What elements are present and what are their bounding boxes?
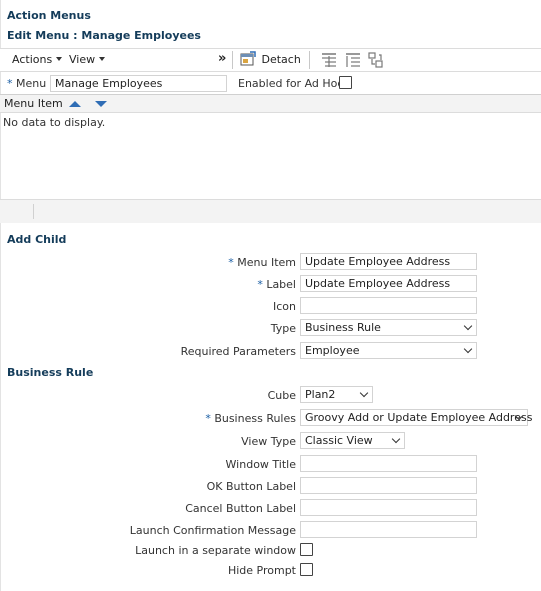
window-title-label: Window Title	[225, 458, 296, 471]
wrap-icon[interactable]	[344, 52, 362, 68]
toolbar-divider	[309, 51, 310, 69]
adhoc-checkbox[interactable]	[339, 76, 352, 89]
ok-button-label-label: OK Button Label	[206, 480, 296, 493]
cube-select[interactable]: Plan2	[300, 386, 373, 403]
menu-label: * Menu	[7, 77, 47, 90]
business-rules-select[interactable]: Groovy Add or Update Employee Address	[300, 409, 532, 426]
menu-item-input[interactable]: Update Employee Address	[300, 253, 477, 270]
icon-field-label: Icon	[273, 300, 296, 313]
type-select[interactable]: Business Rule	[300, 319, 477, 336]
sort-ascending-icon[interactable]	[69, 101, 81, 107]
menu-name-input[interactable]: Manage Employees	[50, 75, 227, 92]
empty-table-message: No data to display.	[3, 116, 106, 129]
menu-row: * Menu Manage Employees Enabled for Ad H…	[0, 72, 541, 94]
detach-icon	[240, 51, 256, 66]
hide-prompt-checkbox[interactable]	[300, 563, 313, 576]
required-parameters-select[interactable]: Employee	[300, 342, 477, 359]
separate-window-checkbox[interactable]	[300, 543, 313, 556]
reorder-icon[interactable]	[367, 52, 385, 68]
table-header: Menu Item	[0, 95, 541, 113]
chevron-down-icon	[391, 434, 401, 444]
chevron-down-icon	[99, 57, 106, 61]
launch-confirmation-input[interactable]	[300, 521, 477, 538]
cancel-button-label-label: Cancel Button Label	[185, 502, 296, 515]
cube-label: Cube	[267, 389, 296, 402]
required-parameters-label: Required Parameters	[180, 345, 296, 358]
footer-divider	[33, 204, 34, 219]
cancel-button-label-input[interactable]	[300, 499, 477, 516]
sort-descending-icon[interactable]	[95, 101, 107, 107]
business-rules-label: * Business Rules	[205, 412, 296, 425]
add-child-heading: Add Child	[7, 233, 67, 246]
page-subtitle: Edit Menu : Manage Employees	[7, 29, 201, 42]
chevron-down-icon	[56, 57, 63, 61]
view-menu-button[interactable]: View	[69, 53, 106, 66]
view-type-label: View Type	[241, 435, 296, 448]
label-input[interactable]: Update Employee Address	[300, 275, 477, 292]
table-footer	[0, 199, 541, 223]
adhoc-label: Enabled for Ad Hoc	[238, 77, 344, 90]
hide-prompt-label: Hide Prompt	[227, 564, 296, 577]
icon-input[interactable]	[300, 297, 477, 314]
overflow-button[interactable]: »	[218, 51, 226, 66]
freeze-icon[interactable]	[320, 52, 338, 68]
toolbar: Actions View » Detach	[0, 48, 541, 72]
chevron-down-icon	[463, 344, 473, 354]
menu-item-label: * Menu Item	[228, 256, 296, 269]
menu-items-table: Menu Item No data to display.	[0, 94, 541, 223]
page-title: Action Menus	[7, 9, 91, 22]
window-title-input[interactable]	[300, 455, 477, 472]
chevron-down-icon	[463, 321, 473, 331]
view-type-select[interactable]: Classic View	[300, 432, 405, 449]
column-header-menu-item[interactable]: Menu Item	[4, 97, 63, 110]
launch-confirmation-label: Launch Confirmation Message	[129, 524, 296, 537]
chevron-down-icon	[359, 388, 369, 398]
label-field-label: * Label	[257, 278, 296, 291]
ok-button-label-input[interactable]	[300, 477, 477, 494]
type-field-label: Type	[270, 322, 296, 335]
toolbar-divider	[232, 51, 233, 69]
separate-window-label: Launch in a separate window	[135, 544, 296, 557]
business-rule-heading: Business Rule	[7, 366, 94, 379]
detach-button[interactable]: Detach	[240, 51, 301, 67]
actions-menu-button[interactable]: Actions	[12, 53, 63, 66]
